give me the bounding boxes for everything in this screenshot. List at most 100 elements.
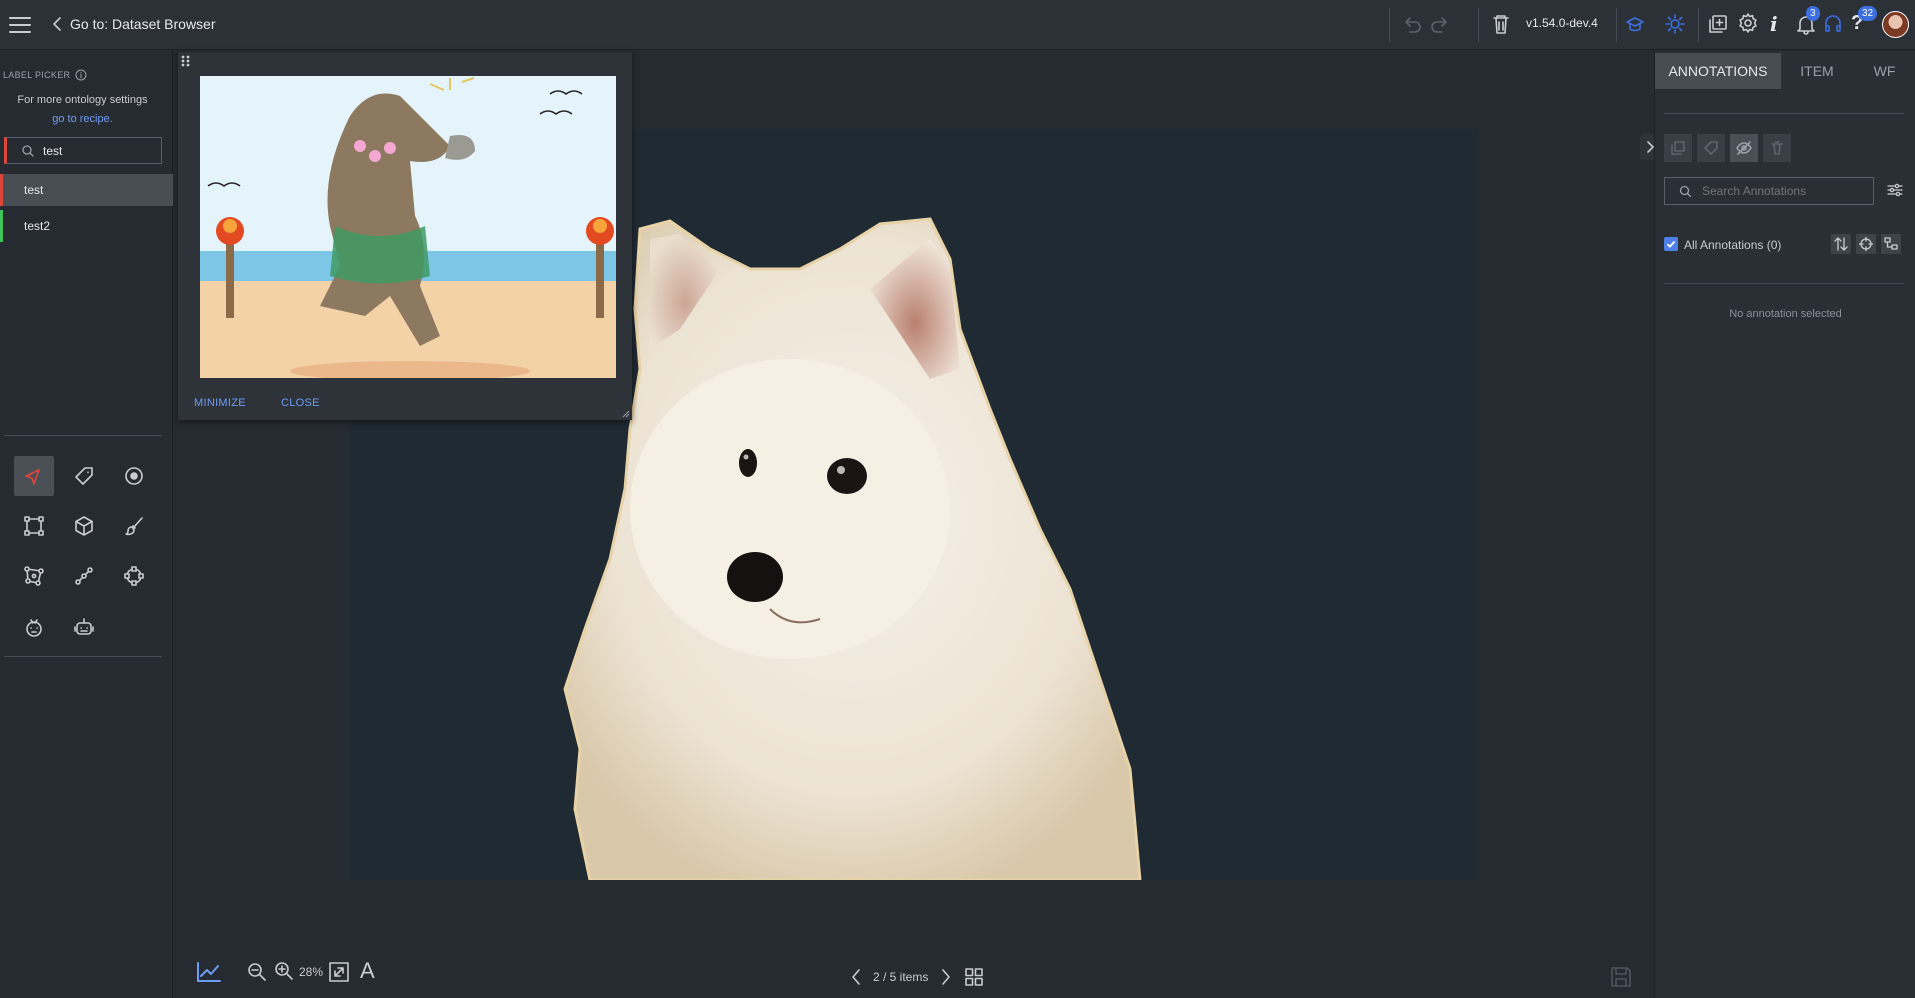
hamburger-menu-icon[interactable] <box>8 14 32 36</box>
ontology-settings-text: For more ontology settings go to recipe. <box>0 91 165 129</box>
sort-button[interactable] <box>1831 234 1851 254</box>
label-picker-title: LABEL PICKER <box>3 70 71 80</box>
divider <box>4 435 162 436</box>
polygon-icon <box>24 566 44 586</box>
ontology-text: For more ontology settings <box>17 94 148 106</box>
ai-hat-icon[interactable] <box>1624 13 1646 35</box>
tab-item[interactable]: ITEM <box>1781 53 1853 89</box>
notifications-badge: 3 <box>1806 6 1820 21</box>
label-item-test[interactable]: test <box>0 174 173 206</box>
tab-annotations[interactable]: ANNOTATIONS <box>1655 53 1781 89</box>
ellipse-icon <box>124 566 144 586</box>
go-to-recipe-link[interactable]: go to recipe. <box>0 110 165 129</box>
gear-icon[interactable] <box>1737 12 1759 34</box>
preview-image <box>200 76 616 378</box>
focus-button[interactable] <box>1856 234 1876 254</box>
label-search-input[interactable] <box>43 143 153 158</box>
point-tool[interactable] <box>114 456 154 496</box>
hierarchy-button[interactable] <box>1881 234 1901 254</box>
ai-assistant-tool[interactable] <box>64 607 104 647</box>
crosshair-icon <box>1859 237 1873 251</box>
label-item-name: test <box>24 183 44 197</box>
empty-state-text: No annotation selected <box>1729 308 1842 320</box>
classification-tool[interactable] <box>14 456 54 496</box>
left-panel: LABEL PICKER For more ontology settings … <box>0 51 173 998</box>
trash-icon <box>1771 141 1783 155</box>
trash-icon[interactable] <box>1491 13 1511 35</box>
edit-label-button[interactable] <box>1697 134 1725 162</box>
box-tool[interactable] <box>14 506 54 546</box>
item-preview-popup: MINIMIZE CLOSE <box>178 52 632 420</box>
grid-view-icon[interactable] <box>965 968 983 986</box>
info-circle-icon[interactable] <box>75 69 87 81</box>
search-icon <box>22 144 34 157</box>
zoom-in-icon[interactable] <box>274 961 294 981</box>
delete-annotation-button[interactable] <box>1763 134 1791 162</box>
user-avatar[interactable] <box>1882 11 1909 38</box>
tab-wf[interactable]: WF <box>1853 53 1915 89</box>
next-item-icon[interactable] <box>941 968 951 986</box>
add-item-icon[interactable] <box>1707 13 1729 35</box>
checkmark-icon <box>1666 240 1676 248</box>
magic-bug-icon <box>26 619 42 637</box>
pin-tag-icon <box>25 469 40 485</box>
back-link-label: Go to: Dataset Browser <box>70 16 216 32</box>
eye-off-icon <box>1736 141 1752 155</box>
zoom-level: 28% <box>299 965 324 979</box>
tag-tool[interactable] <box>64 456 104 496</box>
back-to-dataset-browser-link[interactable]: Go to: Dataset Browser <box>52 15 216 33</box>
close-button[interactable]: CLOSE <box>281 397 320 409</box>
fit-to-screen-icon[interactable] <box>328 961 350 983</box>
filter-sliders-icon[interactable] <box>1887 182 1903 198</box>
save-icon[interactable] <box>1609 965 1633 989</box>
right-panel: ANNOTATIONS ITEM WF All Annotations (0) … <box>1654 51 1915 998</box>
drag-handle-icon[interactable] <box>180 54 192 68</box>
label-item-name: test2 <box>24 219 51 233</box>
robot-icon <box>74 618 94 635</box>
text-toggle-icon[interactable]: A <box>360 958 375 984</box>
divider <box>1664 283 1904 284</box>
annotation-search-input[interactable] <box>1702 184 1872 198</box>
pagination-label: 2 / 5 items <box>873 970 929 984</box>
point-icon <box>125 467 143 485</box>
ellipse-tool[interactable] <box>114 556 154 596</box>
all-annotations-label: All Annotations (0) <box>1684 238 1782 252</box>
info-icon[interactable]: i <box>1770 12 1778 36</box>
analytics-chart-icon[interactable] <box>196 961 222 983</box>
cube-icon <box>75 516 93 536</box>
zoom-out-icon[interactable] <box>247 962 267 982</box>
annotation-search-box[interactable] <box>1664 177 1874 205</box>
brush-tool[interactable] <box>114 506 154 546</box>
undo-icon[interactable] <box>1402 14 1422 34</box>
resize-handle-icon[interactable] <box>622 410 630 418</box>
help-badge: 32 <box>1858 6 1878 21</box>
copy-icon <box>1671 141 1685 155</box>
toggle-visibility-button[interactable] <box>1730 134 1758 162</box>
previous-item-icon[interactable] <box>851 968 861 986</box>
bounding-box-icon <box>24 516 44 536</box>
label-search-box[interactable] <box>4 137 162 164</box>
brush-icon <box>125 517 143 536</box>
polyline-icon <box>75 567 93 585</box>
chevron-left-icon <box>53 17 61 31</box>
top-bar: Go to: Dataset Browser v1.54.0-dev.4 i 3… <box>0 0 1915 50</box>
redo-icon[interactable] <box>1430 14 1450 34</box>
minimize-button[interactable]: MINIMIZE <box>194 397 246 409</box>
all-annotations-checkbox[interactable] <box>1664 237 1678 251</box>
theme-sun-icon[interactable] <box>1664 13 1686 35</box>
tree-icon <box>1884 237 1898 250</box>
tag-icon <box>75 467 93 485</box>
version-label: v1.54.0-dev.4 <box>1526 16 1598 30</box>
divider <box>4 656 162 657</box>
divider <box>1664 113 1904 114</box>
search-icon <box>1679 185 1692 197</box>
polyline-tool[interactable] <box>64 556 104 596</box>
sort-arrows-icon <box>1834 237 1848 251</box>
auto-annotate-tool[interactable] <box>14 607 54 647</box>
copy-annotation-button[interactable] <box>1664 134 1692 162</box>
label-item-test2[interactable]: test2 <box>0 210 173 242</box>
cuboid-tool[interactable] <box>64 506 104 546</box>
tag-icon <box>1704 141 1718 155</box>
headset-icon[interactable] <box>1823 13 1843 35</box>
polygon-tool[interactable] <box>14 556 54 596</box>
